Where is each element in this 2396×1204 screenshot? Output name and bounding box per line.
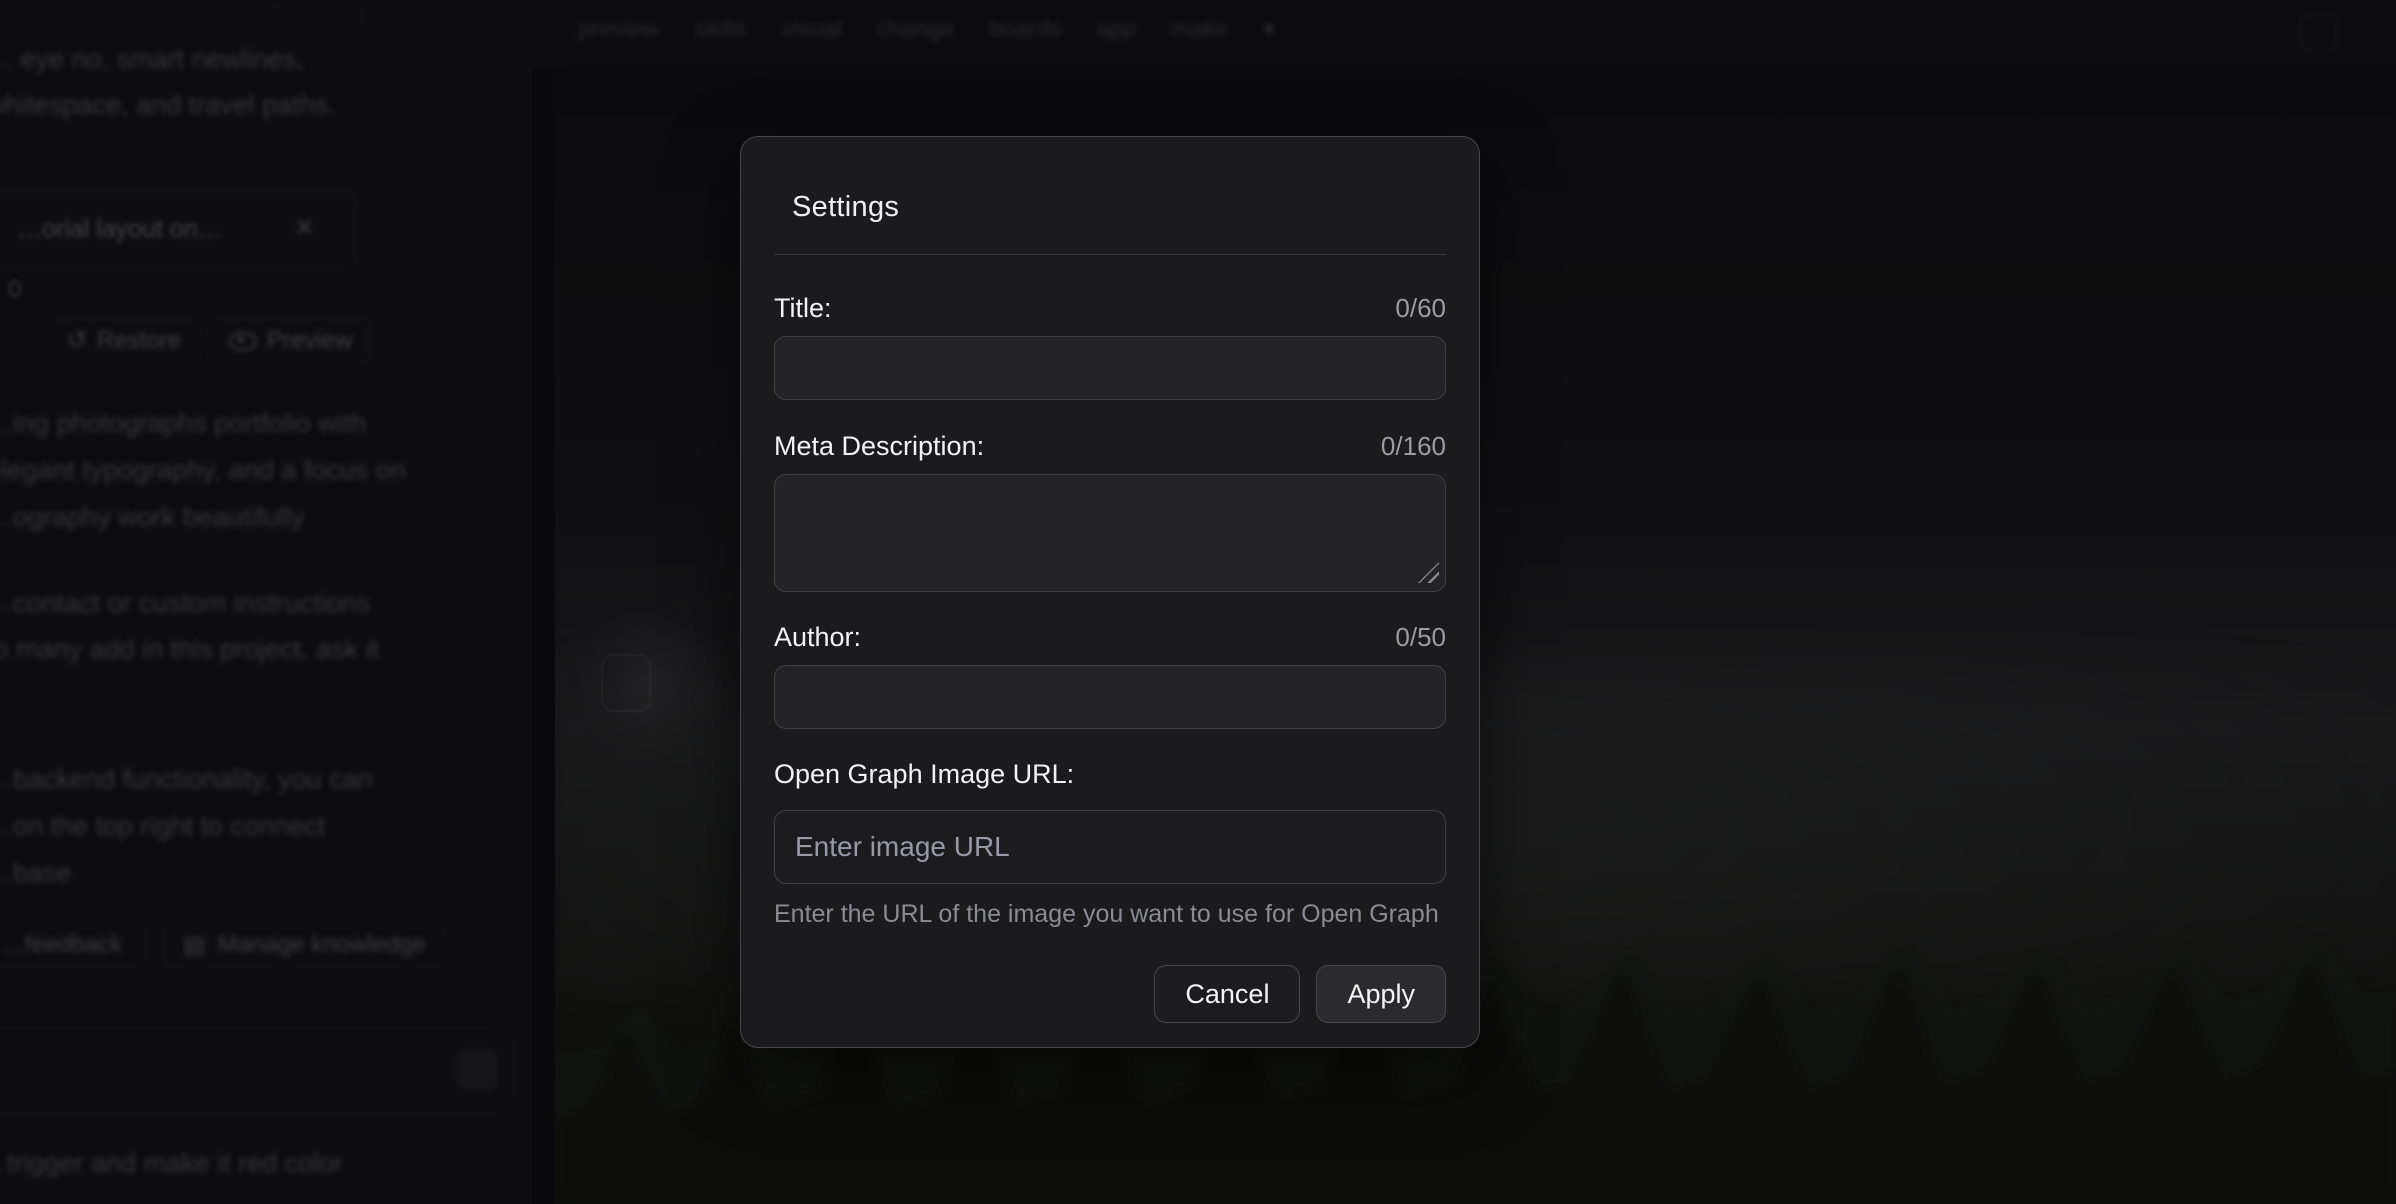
- author-label: Author:: [774, 622, 861, 653]
- title-counter: 0/60: [1395, 293, 1446, 324]
- dialog-footer: Cancel Apply: [774, 965, 1446, 1023]
- title-field-group: Title: 0/60: [774, 293, 1446, 400]
- title-input[interactable]: [774, 336, 1446, 400]
- og-image-url-label: Open Graph Image URL:: [774, 759, 1074, 790]
- meta-description-counter: 0/160: [1381, 431, 1446, 462]
- og-image-field-group: Open Graph Image URL: Enter the URL of t…: [774, 759, 1446, 929]
- og-image-url-input[interactable]: [774, 810, 1446, 884]
- meta-description-label: Meta Description:: [774, 431, 984, 462]
- title-label: Title:: [774, 293, 832, 324]
- apply-button[interactable]: Apply: [1316, 965, 1446, 1023]
- meta-description-textarea[interactable]: [774, 474, 1446, 592]
- og-help-text: Enter the URL of the image you want to u…: [774, 900, 1446, 929]
- cancel-button[interactable]: Cancel: [1154, 965, 1300, 1023]
- divider: [774, 254, 1446, 255]
- dialog-title: Settings: [792, 191, 1446, 224]
- author-counter: 0/50: [1395, 622, 1446, 653]
- meta-description-field-group: Meta Description: 0/160: [774, 431, 1446, 592]
- author-input[interactable]: [774, 665, 1446, 729]
- author-field-group: Author: 0/50: [774, 622, 1446, 729]
- settings-dialog: Settings Title: 0/60 Meta Description: 0…: [740, 136, 1480, 1048]
